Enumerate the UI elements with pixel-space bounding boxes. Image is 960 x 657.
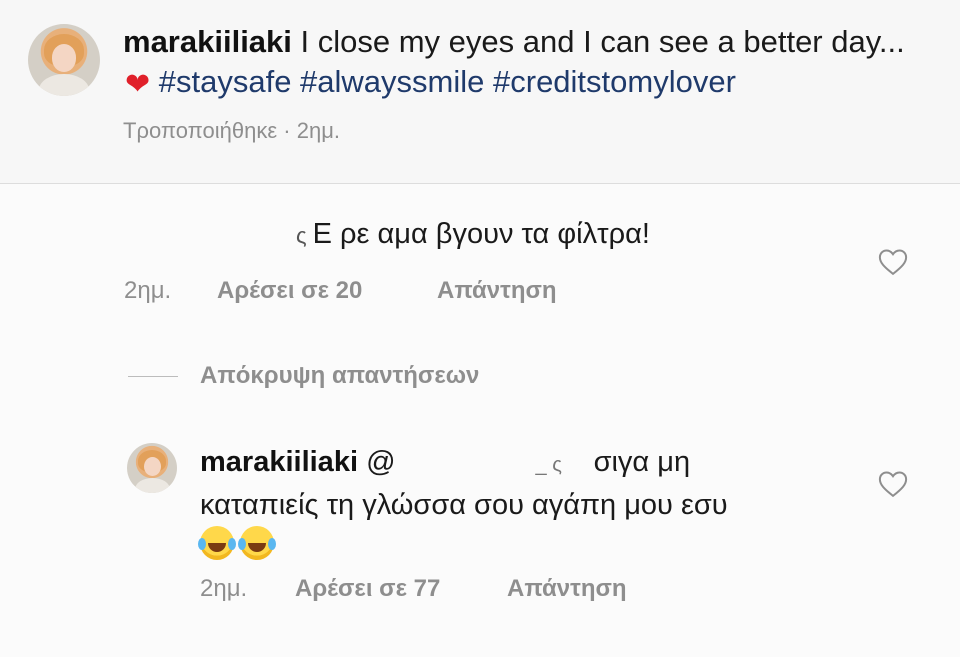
author-avatar[interactable] bbox=[28, 24, 100, 96]
red-heart-emoji-icon: ❤ bbox=[125, 68, 151, 101]
caption-text: marakiiliaki I close my eyes and I can s… bbox=[123, 22, 923, 105]
tears-of-joy-emoji-icon bbox=[198, 526, 234, 560]
comment-likes-link[interactable]: Αρέσει σε 20 bbox=[217, 277, 437, 305]
hide-replies-toggle[interactable]: Απόκρυψη απαντήσεων bbox=[128, 361, 479, 391]
reply-mention[interactable]: @ bbox=[366, 446, 395, 478]
hide-replies-label[interactable]: Απόκρυψη απαντήσεων bbox=[200, 362, 479, 390]
caption-divider bbox=[0, 183, 960, 184]
reply-reply-button[interactable]: Απάντηση bbox=[507, 575, 627, 603]
hide-replies-line bbox=[128, 375, 178, 377]
reply-author-avatar[interactable] bbox=[127, 443, 177, 493]
heart-outline-icon[interactable] bbox=[878, 248, 908, 276]
comment-body: Ε ρε αμα βγουν τα φίλτρα! bbox=[312, 218, 650, 250]
comment-time: 2ημ. bbox=[124, 277, 172, 304]
comment-text: ςΕ ρε αμα βγουν τα φίλτρα! bbox=[296, 218, 650, 251]
comment-reply-button[interactable]: Απάντηση bbox=[437, 277, 557, 305]
comments-screen: marakiiliaki I close my eyes and I can s… bbox=[0, 0, 960, 657]
reply-meta: 2ημ. Αρέσει σε 77 Απάντηση bbox=[200, 575, 627, 603]
redacted-username-fragment: ς bbox=[296, 223, 307, 248]
reply-likes-link[interactable]: Αρέσει σε 77 bbox=[295, 575, 507, 603]
reply-time: 2ημ. bbox=[200, 575, 248, 602]
reply-username[interactable]: marakiiliaki bbox=[200, 446, 358, 478]
tears-of-joy-emoji-icon bbox=[238, 526, 274, 560]
redacted-mention: _ ς bbox=[535, 454, 562, 476]
comment-meta: 2ημ. Αρέσει σε 20 Απάντηση bbox=[124, 277, 557, 305]
caption-body: I close my eyes and I can see a better d… bbox=[291, 24, 905, 59]
caption-hashtags[interactable]: #staysafe #alwayssmile #creditstomylover bbox=[150, 64, 736, 99]
reply-text: marakiiliaki @ _ ς σιγα μη καταπιείς τη γ… bbox=[198, 442, 860, 565]
reply-body-line1: σιγα μη bbox=[585, 446, 691, 478]
reply-body-line2: καταπιείς τη γλώσσα σου αγάπη μου εσυ bbox=[200, 489, 728, 521]
caption-username[interactable]: marakiiliaki bbox=[123, 24, 292, 59]
post-caption: marakiiliaki I close my eyes and I can s… bbox=[0, 0, 960, 183]
heart-outline-icon[interactable] bbox=[878, 470, 908, 498]
edited-timestamp: Τροποποιήθηκε · 2ημ. bbox=[123, 118, 340, 143]
